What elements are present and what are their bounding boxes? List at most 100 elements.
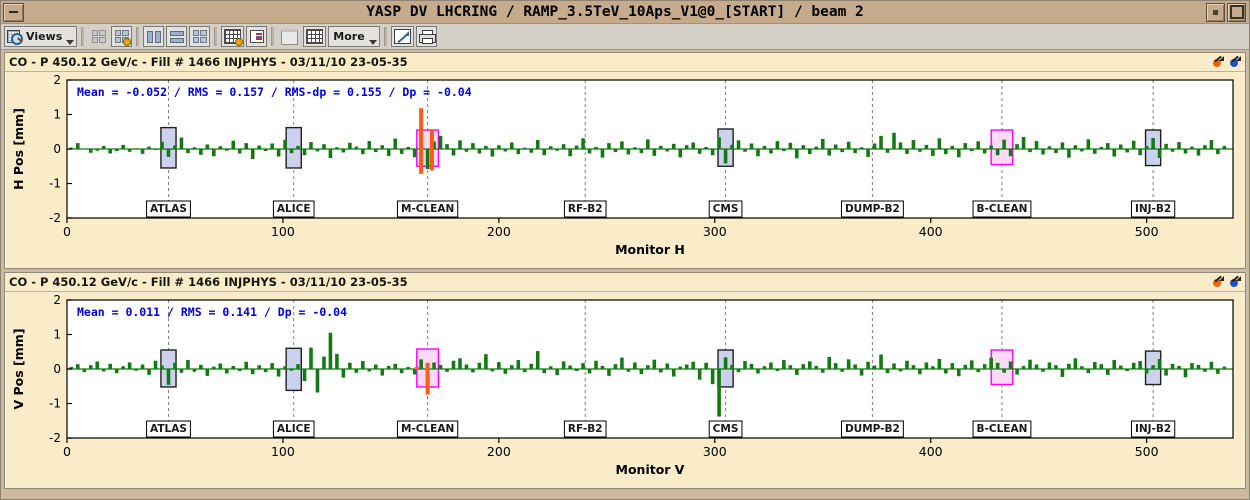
svg-text:-1: -1	[49, 397, 61, 411]
maximize-button[interactable]	[1227, 2, 1246, 22]
svg-text:500: 500	[1135, 444, 1159, 459]
reset-blue-icon[interactable]	[1228, 55, 1241, 68]
toolbar-separator	[136, 27, 140, 46]
svg-text:H Pos [mm]: H Pos [mm]	[11, 108, 26, 190]
views-button[interactable]: Views	[4, 26, 78, 47]
blank-panel-button[interactable]	[278, 26, 302, 47]
plot-panel-v: CO - P 450.12 GeV/c - Fill # 1466 INJPHY…	[4, 272, 1246, 489]
svg-text:Mean = -0.052 / RMS = 0.1: Mean = -0.052 / RMS = 0.157 / RMS-dp = 0…	[77, 85, 472, 99]
svg-text:400: 400	[919, 444, 943, 459]
window-controls	[1206, 2, 1246, 22]
svg-text:DUMP-B2: DUMP-B2	[845, 203, 900, 215]
svg-text:DUMP-B2: DUMP-B2	[845, 423, 900, 435]
plot-area-v[interactable]: 2 1 0 -1 -2 V Pos [mm] 0 100 200 300 400 500 Monitor…	[5, 292, 1245, 488]
svg-text:CMS: CMS	[713, 423, 739, 435]
layout-two-column-button[interactable]	[143, 26, 165, 47]
layout-four-cell-button[interactable]	[189, 26, 211, 47]
chart-settings-button[interactable]	[221, 26, 245, 47]
maximize-icon	[1229, 5, 1244, 19]
window-title: YASP DV LHCRING / RAMP_3.5TeV_10Aps_V1@0…	[366, 4, 864, 20]
panel-title-h: CO - P 450.12 GeV/c - Fill # 1466 INJPHY…	[9, 55, 408, 69]
svg-text:0: 0	[63, 224, 71, 239]
svg-text:500: 500	[1135, 224, 1159, 239]
toolbar-separator	[214, 27, 218, 46]
blank-panel-icon	[281, 28, 299, 45]
legend-list-icon	[249, 30, 264, 43]
panel-header-icons-h	[1211, 55, 1241, 68]
svg-text:300: 300	[703, 224, 727, 239]
reset-orange-icon[interactable]	[1211, 55, 1224, 68]
svg-text:2: 2	[53, 293, 61, 307]
gear-icon	[123, 38, 132, 46]
svg-text:INJ-B2: INJ-B2	[1135, 423, 1171, 435]
views-button-label: Views	[26, 30, 63, 43]
export-button[interactable]	[390, 26, 414, 47]
svg-text:CMS: CMS	[713, 203, 739, 215]
data-table-icon	[306, 29, 324, 44]
svg-text:100: 100	[271, 444, 295, 459]
svg-text:B-CLEAN: B-CLEAN	[977, 423, 1028, 435]
chart-svg-h[interactable]: 2 1 0 -1 -2 H Pos [mm] 0 100 200 300 400 500 Monitor…	[5, 72, 1243, 268]
layout-grid-icon	[91, 30, 106, 43]
layout-grid-active-button[interactable]	[111, 26, 133, 47]
legend-list-button[interactable]	[246, 26, 268, 47]
main-toolbar: Views More	[1, 24, 1249, 50]
print-button[interactable]	[415, 26, 437, 47]
window-title-bar: YASP DV LHCRING / RAMP_3.5TeV_10Aps_V1@0…	[1, 1, 1249, 24]
svg-text:ATLAS: ATLAS	[150, 203, 187, 215]
minimize-button[interactable]	[3, 2, 24, 22]
svg-text:INJ-B2: INJ-B2	[1135, 203, 1171, 215]
svg-text:2: 2	[53, 73, 61, 87]
yasp-application-window: YASP DV LHCRING / RAMP_3.5TeV_10Aps_V1@0…	[0, 0, 1250, 500]
views-magnifier-icon	[7, 29, 23, 45]
svg-text:ALICE: ALICE	[277, 203, 311, 215]
print-icon	[418, 30, 436, 44]
restore-button[interactable]	[1206, 2, 1225, 22]
plot-panel-h: CO - P 450.12 GeV/c - Fill # 1466 INJPHY…	[4, 52, 1246, 269]
reset-blue-icon[interactable]	[1228, 275, 1241, 288]
layout-two-row-button[interactable]	[166, 26, 188, 47]
more-button[interactable]: More	[328, 26, 380, 47]
svg-text:0: 0	[53, 362, 61, 376]
export-arrow-icon	[393, 29, 411, 44]
panel-header-icons-v	[1211, 275, 1241, 288]
chart-svg-v[interactable]: 2 1 0 -1 -2 V Pos [mm] 0 100 200 300 400 500 Monitor…	[5, 292, 1243, 488]
svg-text:ATLAS: ATLAS	[150, 423, 187, 435]
svg-text:-2: -2	[49, 431, 61, 445]
reset-orange-icon[interactable]	[1211, 275, 1224, 288]
layout-two-row-icon	[169, 30, 184, 43]
restore-icon	[1213, 9, 1218, 15]
toolbar-separator	[81, 27, 85, 46]
svg-text:200: 200	[487, 224, 511, 239]
gear-icon	[235, 38, 244, 46]
toolbar-separator	[271, 27, 275, 46]
chevron-down-icon	[66, 40, 75, 45]
svg-text:V Pos [mm]: V Pos [mm]	[11, 328, 26, 409]
panel-header-h: CO - P 450.12 GeV/c - Fill # 1466 INJPHY…	[5, 53, 1245, 72]
layout-two-column-icon	[146, 30, 161, 43]
toolbar-separator	[383, 27, 387, 46]
more-button-label: More	[333, 30, 365, 43]
svg-text:RF-B2: RF-B2	[568, 423, 603, 435]
plot-area-h[interactable]: 2 1 0 -1 -2 H Pos [mm] 0 100 200 300 400 500 Monitor…	[5, 72, 1245, 268]
data-table-button[interactable]	[303, 26, 327, 47]
svg-text:-2: -2	[49, 211, 61, 225]
svg-text:M-CLEAN: M-CLEAN	[401, 423, 454, 435]
svg-text:-1: -1	[49, 177, 61, 191]
svg-text:Monitor H: Monitor H	[615, 242, 685, 257]
svg-text:M-CLEAN: M-CLEAN	[401, 203, 454, 215]
svg-text:Monitor V: Monitor V	[616, 462, 685, 477]
svg-text:Mean = 0.011 / RMS = 0.1: Mean = 0.011 / RMS = 0.141 / Dp = -0.04	[77, 305, 347, 319]
plot-panels-container: CO - P 450.12 GeV/c - Fill # 1466 INJPHY…	[1, 50, 1249, 492]
chevron-down-icon	[368, 40, 377, 45]
svg-text:100: 100	[271, 224, 295, 239]
svg-text:B-CLEAN: B-CLEAN	[977, 203, 1028, 215]
svg-text:0: 0	[63, 444, 71, 459]
svg-text:ALICE: ALICE	[277, 423, 311, 435]
svg-text:0: 0	[53, 142, 61, 156]
svg-text:RF-B2: RF-B2	[568, 203, 603, 215]
layout-grid-button[interactable]	[88, 26, 110, 47]
svg-text:1: 1	[53, 108, 61, 122]
minimize-icon	[9, 11, 18, 13]
svg-text:1: 1	[53, 328, 61, 342]
